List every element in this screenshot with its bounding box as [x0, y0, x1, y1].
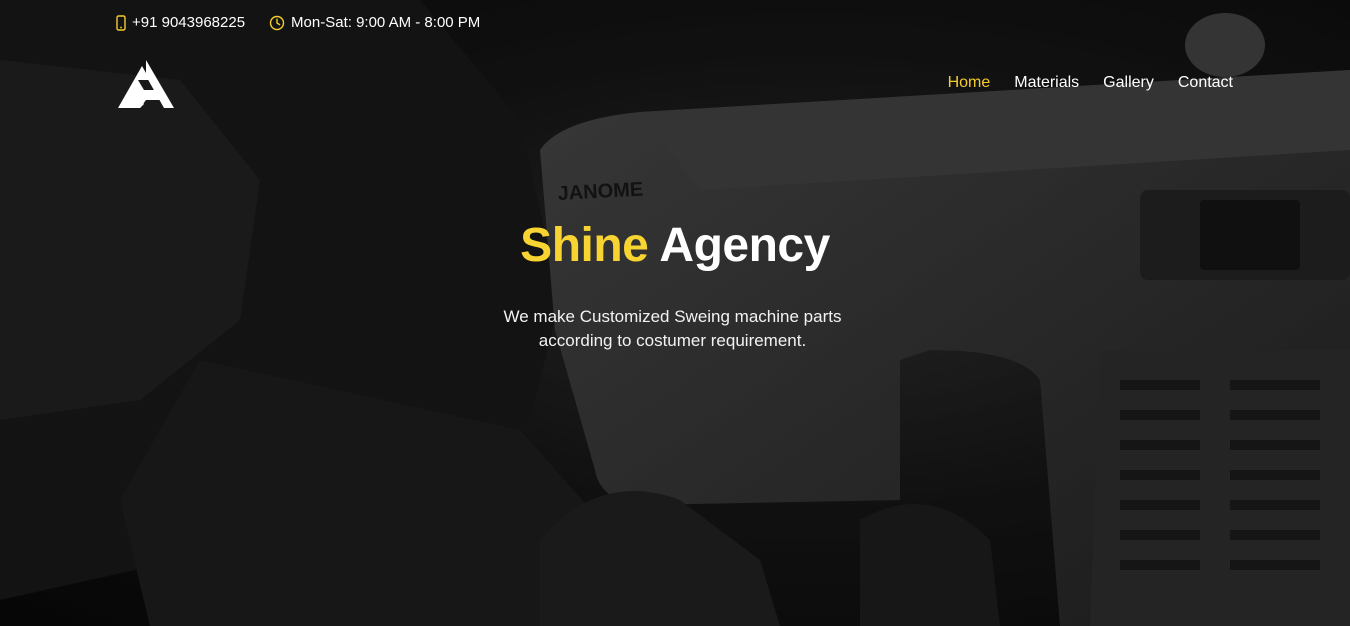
- nav-item-materials[interactable]: Materials: [1014, 74, 1079, 92]
- business-hours: Mon-Sat: 9:00 AM - 8:00 PM: [269, 14, 480, 31]
- hero-section: JANOME +91 9043968225 Mon-Sat: 9:00 AM -…: [0, 0, 1350, 626]
- contact-topbar: +91 9043968225 Mon-Sat: 9:00 AM - 8:00 P…: [116, 14, 480, 31]
- phone-contact[interactable]: +91 9043968225: [116, 14, 245, 31]
- nav-item-home[interactable]: Home: [948, 74, 991, 92]
- hero-title-rest: Agency: [659, 219, 830, 272]
- nav-item-contact[interactable]: Contact: [1178, 74, 1233, 92]
- hero-title-accent: Shine: [520, 219, 649, 272]
- hero-title: Shine Agency: [0, 218, 1350, 273]
- phone-icon: [116, 14, 126, 31]
- nav-item-gallery[interactable]: Gallery: [1103, 74, 1154, 92]
- brand-logo[interactable]: [116, 58, 176, 110]
- hours-text: Mon-Sat: 9:00 AM - 8:00 PM: [291, 14, 481, 31]
- clock-icon: [269, 15, 285, 31]
- hero-subtitle: We make Customized Sweing machine parts …: [503, 307, 842, 350]
- phone-number: +91 9043968225: [132, 14, 246, 31]
- main-nav: Home Materials Gallery Contact: [948, 74, 1233, 92]
